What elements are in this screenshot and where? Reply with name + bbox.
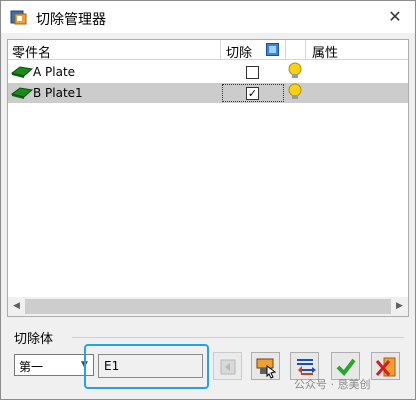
watermark: 公众号 · 恳美创 bbox=[294, 378, 371, 391]
column-divider[interactable] bbox=[220, 40, 221, 60]
cancel-button[interactable] bbox=[371, 352, 400, 380]
group-divider bbox=[72, 337, 404, 338]
table-row[interactable]: A Plate bbox=[8, 62, 408, 82]
part-plate-icon bbox=[10, 86, 34, 100]
part-name: A Plate bbox=[33, 65, 76, 79]
table-row-selected[interactable]: B Plate1 ✓ bbox=[8, 83, 408, 103]
lightbulb-icon[interactable] bbox=[288, 83, 302, 101]
parts-table[interactable]: 零件名 切除 属性 A Plate B Plate1 ✓ ◀ ▶ bbox=[7, 39, 409, 317]
column-divider[interactable] bbox=[285, 40, 286, 60]
part-name: B Plate1 bbox=[33, 86, 83, 100]
cut-checkbox[interactable]: ✓ bbox=[246, 87, 259, 100]
order-select-value: 第一 bbox=[19, 360, 44, 374]
column-header-attributes[interactable]: 属性 bbox=[312, 42, 338, 61]
column-header-cut[interactable]: 切除 bbox=[226, 42, 252, 61]
remove-body-icon bbox=[220, 359, 236, 375]
cut-body-group-label: 切除体 bbox=[14, 332, 54, 347]
cancel-icon bbox=[375, 357, 396, 377]
title-bar: 切除管理器 ✕ bbox=[1, 1, 415, 33]
scrollbar-thumb[interactable] bbox=[25, 299, 391, 314]
select-body-button[interactable] bbox=[251, 352, 280, 380]
remove-body-button[interactable] bbox=[213, 352, 242, 380]
cut-checkbox[interactable] bbox=[246, 66, 259, 79]
horizontal-scrollbar[interactable]: ◀ ▶ bbox=[8, 297, 408, 316]
table-header: 零件名 切除 属性 bbox=[8, 40, 408, 61]
column-divider[interactable] bbox=[305, 40, 306, 60]
close-button[interactable]: ✕ bbox=[383, 6, 407, 28]
close-icon: ✕ bbox=[388, 7, 402, 26]
cut-manager-dialog: 切除管理器 ✕ 零件名 切除 属性 A Plate B Plate1 ✓ ◀ ▶… bbox=[0, 0, 416, 400]
column-header-part-name[interactable]: 零件名 bbox=[12, 42, 51, 61]
scroll-right-arrow-icon[interactable]: ▶ bbox=[391, 297, 408, 316]
window-title: 切除管理器 bbox=[36, 12, 106, 28]
lightbulb-icon[interactable] bbox=[288, 62, 302, 80]
app-icon bbox=[10, 9, 28, 25]
order-select[interactable]: 第一 ▼ bbox=[14, 354, 94, 376]
scroll-left-arrow-icon[interactable]: ◀ bbox=[8, 297, 25, 316]
highlight-frame bbox=[84, 344, 209, 389]
part-plate-icon bbox=[10, 65, 34, 79]
cut-column-toggle-icon[interactable] bbox=[266, 43, 279, 56]
select-body-icon bbox=[256, 358, 277, 379]
